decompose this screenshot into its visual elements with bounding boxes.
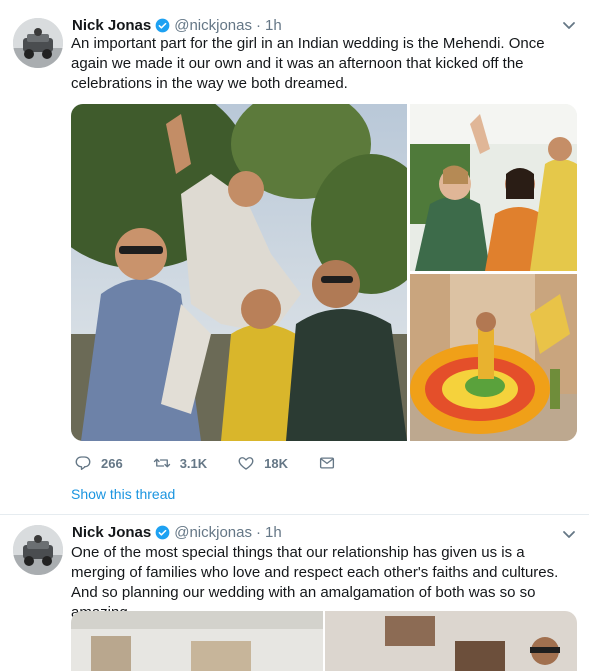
like-button[interactable]: 18K [237,454,288,472]
photo-left[interactable] [71,611,323,671]
reply-icon [75,456,91,471]
direct-message-button[interactable] [318,454,345,472]
chevron-down-icon[interactable] [561,17,577,33]
reply-button[interactable]: 266 [74,454,123,472]
retweet-icon [153,458,170,468]
show-thread-link[interactable]: Show this thread [71,486,175,502]
timestamp[interactable]: 1h [265,17,282,34]
like-count: 18K [264,455,289,471]
separator: · [255,523,261,541]
tweet-text: An important part for the girl in an Ind… [71,35,545,92]
verified-badge-icon [155,525,170,540]
tweet[interactable]: Nick Jonas @nickjonas · 1h An important … [0,0,589,515]
author-name[interactable]: Nick Jonas [72,17,151,34]
message-icon [319,457,335,469]
author-handle[interactable]: @nickjonas [174,524,252,541]
media-grid [71,611,577,671]
tweet-header: Nick Jonas @nickjonas · 1h [72,15,282,35]
verified-badge-icon [155,18,170,33]
author-handle[interactable]: @nickjonas [174,17,252,34]
chevron-down-icon[interactable] [561,526,577,542]
timestamp[interactable]: 1h [265,524,282,541]
media-grid [71,104,577,441]
tweet-header: Nick Jonas @nickjonas · 1h [72,522,282,542]
avatar[interactable] [13,18,63,68]
photo-right[interactable] [325,611,577,671]
tweet-actions: 266 3.1K 18K [74,454,375,472]
avatar[interactable] [13,525,63,575]
retweet-button[interactable]: 3.1K [153,454,207,472]
like-icon [238,457,254,470]
tweet[interactable]: Nick Jonas @nickjonas · 1h One of the mo… [0,515,589,671]
reply-count: 266 [101,455,123,471]
photo-dancing-guests[interactable] [410,104,577,271]
separator: · [255,16,261,34]
retweet-count: 3.1K [179,455,208,471]
photo-mehendi-celebration[interactable] [71,104,407,441]
author-name[interactable]: Nick Jonas [72,524,151,541]
photo-twirling-bride[interactable] [410,274,577,441]
